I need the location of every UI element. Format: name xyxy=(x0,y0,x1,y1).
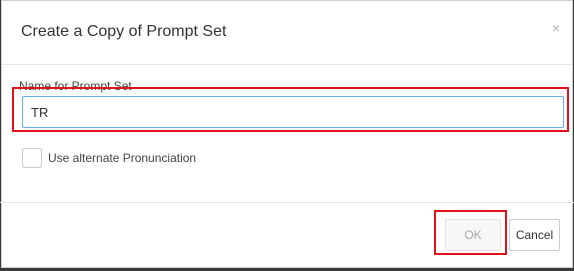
cancel-button[interactable]: Cancel xyxy=(509,219,560,251)
alternate-pronunciation-checkbox[interactable] xyxy=(22,148,42,168)
ok-button[interactable]: OK xyxy=(445,219,501,251)
alternate-pronunciation-label[interactable]: Use alternate Pronunciation xyxy=(48,151,196,165)
prompt-set-name-input[interactable] xyxy=(22,96,564,128)
close-icon[interactable]: × xyxy=(552,21,560,35)
dialog-header: Create a Copy of Prompt Set × xyxy=(2,1,572,65)
dialog-title: Create a Copy of Prompt Set xyxy=(21,23,227,40)
